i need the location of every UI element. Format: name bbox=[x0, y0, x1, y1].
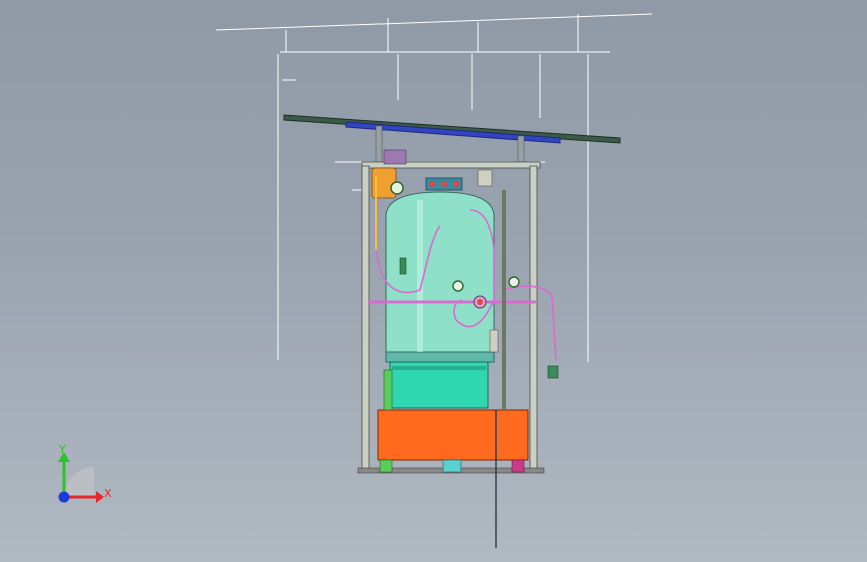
model-drawing: Y X bbox=[58, 13, 653, 548]
x-axis-label: X bbox=[104, 487, 112, 500]
top-equipment[interactable] bbox=[371, 149, 493, 199]
y-axis-label: Y bbox=[58, 443, 66, 456]
cad-viewport[interactable]: Y X bbox=[0, 0, 867, 562]
roof-panel[interactable] bbox=[283, 114, 621, 165]
z-axis-dot bbox=[58, 491, 70, 503]
coordinate-triad: Y X bbox=[58, 443, 112, 503]
